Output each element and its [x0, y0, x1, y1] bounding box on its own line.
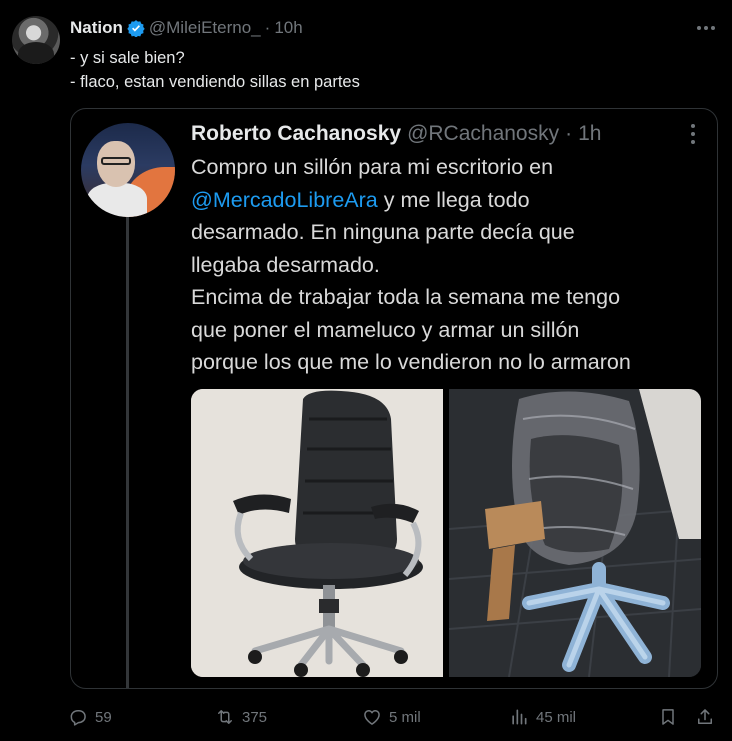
- repost-count: 375: [242, 708, 268, 726]
- bookmark-button[interactable]: [658, 704, 678, 730]
- reply-icon: [70, 710, 86, 726]
- bookmark-icon: [662, 709, 674, 725]
- repost-button[interactable]: 375: [215, 704, 267, 730]
- quoted-text-line: llegaba desarmado.: [191, 252, 380, 277]
- quoted-text-line: que poner el mameluco y armar un sillón: [191, 317, 580, 342]
- post-time[interactable]: 10h: [274, 18, 302, 38]
- separator-dot: ·: [565, 122, 573, 145]
- quoted-header: Roberto Cachanosky @RCachanosky · 1h: [191, 120, 601, 148]
- tweet-text-line: - flaco, estan vendiendo sillas en parte…: [70, 73, 360, 91]
- reply-count: 59: [95, 708, 112, 726]
- verified-badge-icon: [127, 19, 145, 38]
- tweet-text-line: - y si sale bien?: [70, 49, 185, 67]
- quoted-text-line: @MercadoLibreAra y me llega todo: [191, 187, 530, 212]
- share-button[interactable]: [695, 704, 715, 730]
- tweet-header: Nation @MileiEterno_ · 10h: [70, 17, 303, 39]
- thread-line: [126, 217, 129, 688]
- repost-icon: [218, 710, 232, 724]
- views-icon: [512, 709, 527, 725]
- author-display-name[interactable]: Nation: [70, 18, 123, 38]
- quoted-time[interactable]: 1h: [578, 122, 601, 146]
- reply-button[interactable]: 59: [68, 704, 112, 730]
- like-button[interactable]: 5 mil: [362, 704, 421, 730]
- like-icon: [364, 710, 380, 725]
- quoted-text-line: Compro un sillón para mi escritorio en: [191, 155, 554, 179]
- quoted-tweet[interactable]: Roberto Cachanosky @RCachanosky · 1h Com…: [70, 108, 718, 689]
- media-photo-chair[interactable]: [191, 389, 443, 677]
- views-count: 45 mil: [536, 708, 577, 726]
- quoted-more-icon[interactable]: [689, 123, 697, 145]
- like-count: 5 mil: [389, 708, 421, 726]
- mention-link[interactable]: @MercadoLibreAra: [191, 188, 378, 212]
- quoted-text-line: desarmado. En ninguna parte decía que: [191, 220, 575, 244]
- separator-dot: ·: [264, 18, 271, 37]
- tweet[interactable]: Nation @MileiEterno_ · 10h - y si sale b…: [0, 0, 732, 741]
- author-handle[interactable]: @MileiEterno_: [149, 18, 261, 38]
- share-icon: [698, 709, 712, 724]
- author-avatar[interactable]: [12, 16, 60, 64]
- tweet-text: - y si sale bien? - flaco, estan vendien…: [70, 46, 360, 94]
- quoted-text: Compro un sillón para mi escritorio en @…: [191, 151, 711, 379]
- quoted-display-name[interactable]: Roberto Cachanosky: [191, 122, 401, 146]
- views-button[interactable]: 45 mil: [509, 704, 576, 730]
- quoted-handle[interactable]: @RCachanosky: [407, 122, 559, 146]
- media-photo-parts[interactable]: [449, 389, 701, 677]
- action-bar: 59 375 5 mil 45 mil: [68, 704, 718, 732]
- quoted-text-line: porque los que me lo vendieron no lo arm…: [191, 350, 631, 374]
- more-icon[interactable]: [694, 18, 718, 38]
- quoted-author-avatar[interactable]: [81, 123, 175, 217]
- quoted-text-line: Encima de trabajar toda la semana me ten…: [191, 285, 621, 309]
